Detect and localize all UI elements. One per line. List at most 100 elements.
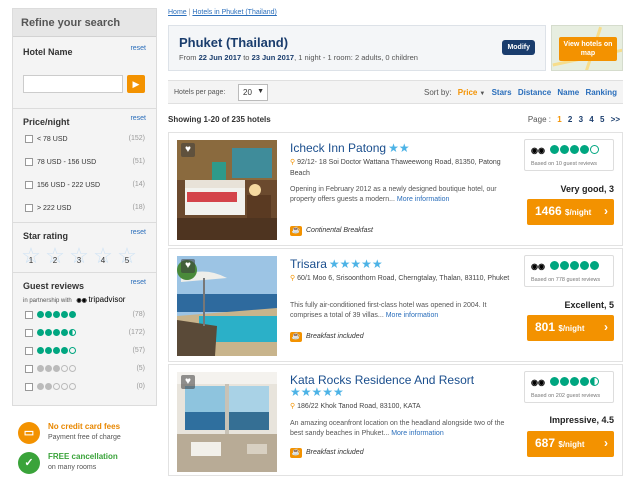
hotel-name[interactable]: Trisara ★★★★★ [290, 257, 383, 271]
star-2-button[interactable]: ☆ 2 [45, 245, 65, 267]
location-pin-icon: ⚲ [290, 159, 296, 166]
review-option[interactable]: (78) [25, 311, 145, 323]
hotel-card: ♥ Trisara ★★★★★ ⚲ 60/1 Moo 6, Srisoonthorn… [168, 248, 623, 362]
rating-verdict: Very good, 3 [560, 184, 614, 194]
sort-price-link[interactable]: Price [458, 88, 478, 97]
hotel-description: This fully air-conditioned first-class h… [290, 301, 508, 321]
rating-bubble [61, 347, 68, 355]
modify-search-button[interactable]: Modify [502, 40, 535, 55]
checkbox[interactable] [25, 135, 33, 143]
sort-stars-link[interactable]: Stars [492, 88, 512, 97]
review-option[interactable]: (172) [25, 329, 145, 341]
price-option[interactable]: 156 USD - 222 USD (14) [25, 181, 145, 193]
rating-bubble [53, 329, 60, 337]
rating-bubble [69, 365, 76, 373]
rating-bubble [550, 377, 559, 387]
more-information-link[interactable]: More information [391, 430, 444, 437]
review-option-count: (57) [132, 347, 145, 354]
hotel-card: ♥ Icheck Inn Patong ★★ ⚲ 92/12- 18 Soi Doc… [168, 132, 623, 246]
checkbox[interactable] [25, 383, 33, 391]
star-3-button[interactable]: ☆ 3 [69, 245, 89, 267]
tripadvisor-rating[interactable]: ◉◉ Based on 202 guest reviews [524, 371, 614, 403]
hotel-name-go-button[interactable]: ▶ [127, 75, 145, 93]
rating-bubble [53, 383, 60, 391]
breadcrumb-home-link[interactable]: Home [168, 9, 187, 16]
hotel-photo[interactable]: ♥ [177, 140, 277, 240]
hotel-photo[interactable]: ♥ [177, 256, 277, 356]
checkbox[interactable] [25, 204, 33, 212]
review-count: Based on 202 guest reviews [531, 393, 601, 399]
hotel-name[interactable]: Icheck Inn Patong ★★ [290, 141, 410, 155]
rating-bubble [550, 261, 559, 271]
view-map-button[interactable]: View hotels on map [551, 25, 623, 71]
tripadvisor-owl-icon: ◉◉ [531, 378, 545, 387]
breadcrumb: Home | Hotels in Phuket (Thailand) [168, 9, 277, 16]
review-option[interactable]: (57) [25, 347, 145, 359]
checkbox[interactable] [25, 347, 33, 355]
review-option[interactable]: (0) [25, 383, 145, 395]
checkbox[interactable] [25, 329, 33, 337]
checkbox[interactable] [25, 158, 33, 166]
star-rating-reset-link[interactable]: reset [130, 229, 146, 236]
per-page-select[interactable]: 20 ▼ [238, 84, 268, 101]
price-button[interactable]: 687 $/night › [527, 431, 614, 457]
rating-bubble [560, 145, 569, 155]
page-1-link[interactable]: 1 [557, 115, 561, 124]
star-buttons: ☆ 1 ☆ 2 ☆ 3 ☆ 4 ☆ 5 [21, 245, 146, 267]
feature-subtitle: on many rooms [48, 464, 97, 471]
rating-bubble [550, 145, 559, 155]
price-amount: 687 $/night [535, 436, 585, 450]
rating-bubble [37, 383, 44, 391]
tripadvisor-rating[interactable]: ◉◉ Based on 10 guest reviews [524, 139, 614, 171]
sort-distance-link[interactable]: Distance [518, 88, 551, 97]
page-5-link[interactable]: 5 [600, 115, 604, 124]
favorite-heart-icon[interactable]: ♥ [181, 259, 195, 273]
guest-reviews-reset-link[interactable]: reset [130, 279, 146, 286]
rating-bubble [61, 311, 68, 319]
more-information-link[interactable]: More information [386, 312, 439, 319]
review-option-count: (78) [132, 311, 145, 318]
price-reset-link[interactable]: reset [130, 115, 146, 122]
hotel-stars-row: ★★★★★ [290, 385, 344, 399]
next-pages-link[interactable]: >> [611, 115, 620, 124]
price-option-label: < 78 USD [37, 135, 68, 143]
location-pin-icon: ⚲ [290, 403, 296, 410]
checkbox[interactable] [25, 311, 33, 319]
page-4-link[interactable]: 4 [589, 115, 593, 124]
more-information-link[interactable]: More information [397, 196, 450, 203]
favorite-heart-icon[interactable]: ♥ [181, 143, 195, 157]
sort-ranking-link[interactable]: Ranking [585, 88, 617, 97]
breakfast-icon: ☕ [290, 448, 302, 458]
hotel-name-text: Trisara [290, 257, 327, 271]
checkbox[interactable] [25, 365, 33, 373]
price-option[interactable]: < 78 USD (152) [25, 135, 145, 147]
meal-plan-text: Breakfast included [306, 333, 364, 340]
checkbox[interactable] [25, 181, 33, 189]
page-2-link[interactable]: 2 [568, 115, 572, 124]
hotel-name-reset-link[interactable]: reset [130, 45, 146, 52]
star-5-button[interactable]: ☆ 5 [117, 245, 137, 267]
price-button[interactable]: 1466 $/night › [527, 199, 614, 225]
tripadvisor-owl-icon: ◉◉ [531, 146, 545, 155]
price-amount: 801 $/night [535, 320, 585, 334]
star-rating-filter: Star rating reset ☆ 1 ☆ 2 ☆ 3 ☆ 4 ☆ 5 [13, 223, 156, 273]
price-option[interactable]: 78 USD - 156 USD (51) [25, 158, 145, 170]
sort-name-link[interactable]: Name [557, 88, 579, 97]
sort-label: Sort by: [423, 88, 452, 97]
favorite-heart-icon[interactable]: ♥ [181, 375, 195, 389]
tripadvisor-rating[interactable]: ◉◉ Based on 778 guest reviews [524, 255, 614, 287]
page-3-link[interactable]: 3 [579, 115, 583, 124]
star-1-button[interactable]: ☆ 1 [21, 245, 41, 267]
review-option-count: (172) [128, 329, 145, 336]
price-option[interactable]: > 222 USD (18) [25, 204, 145, 216]
breadcrumb-current-link[interactable]: Hotels in Phuket (Thailand) [192, 9, 276, 16]
hotel-stars: ★★★★★ [290, 385, 344, 399]
price-label: Price/night [23, 117, 70, 127]
hotel-photo[interactable]: ♥ [177, 372, 277, 472]
hotel-name-input[interactable] [23, 75, 123, 93]
star-2-label: 2 [52, 256, 58, 265]
price-button[interactable]: 801 $/night › [527, 315, 614, 341]
hotel-address: ⚲ 186/22 Khok Tanod Road, 83100, KATA [290, 401, 510, 412]
star-4-button[interactable]: ☆ 4 [93, 245, 113, 267]
review-option[interactable]: (5) [25, 365, 145, 377]
